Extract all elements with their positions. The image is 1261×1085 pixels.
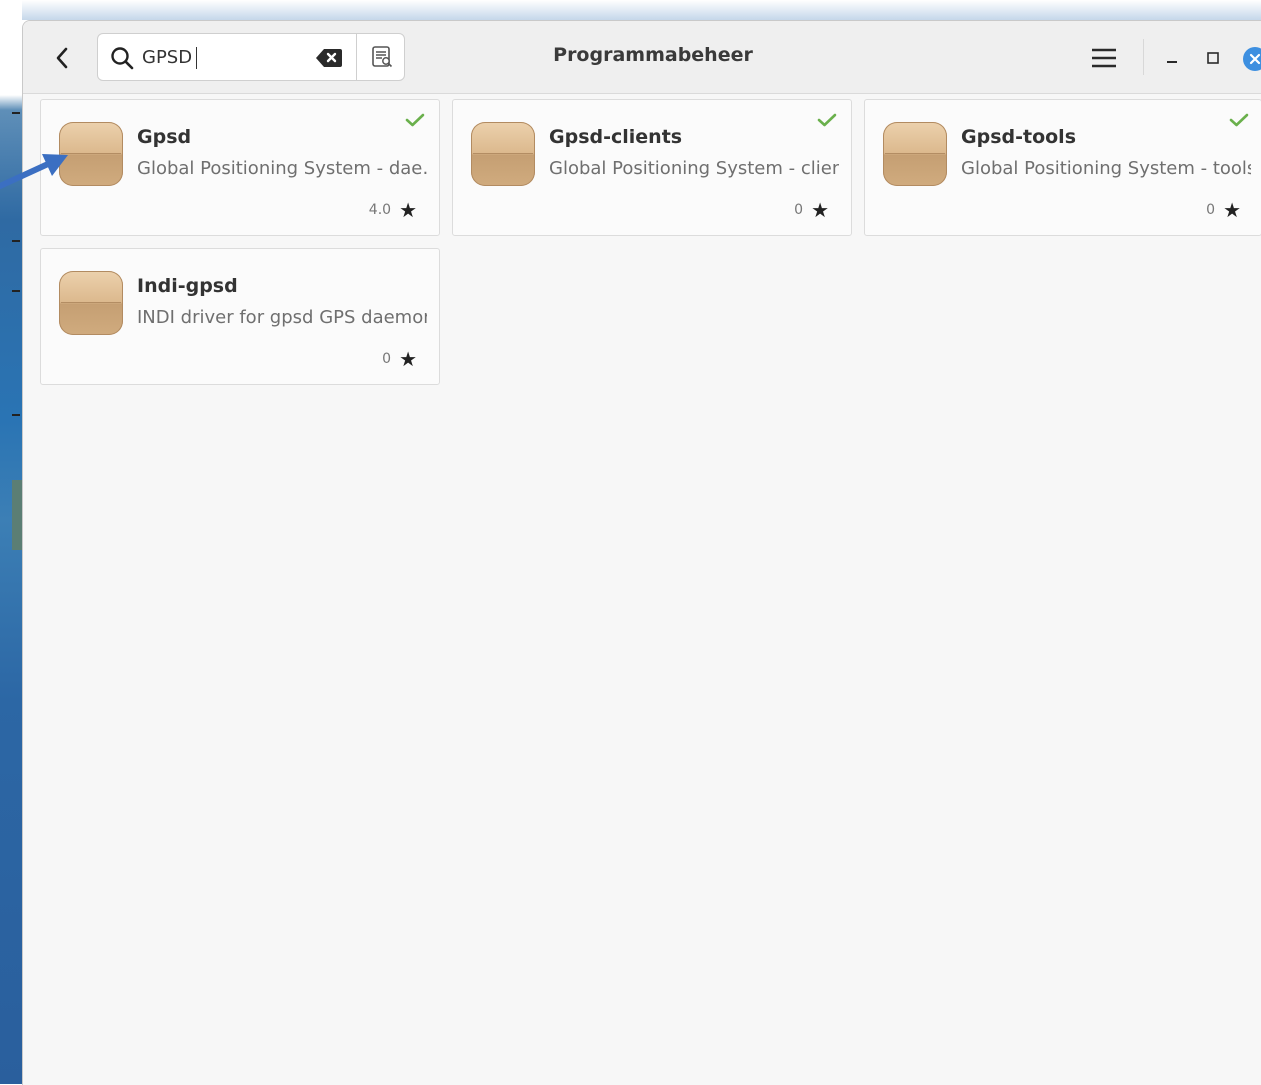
checkmark-icon (817, 113, 837, 127)
window-title: Programmabeheer (553, 44, 753, 66)
app-rating: 0 ★ (1206, 200, 1241, 220)
star-icon: ★ (399, 347, 417, 371)
desktop-top-shade (22, 0, 1261, 20)
desktop-patch (12, 480, 22, 550)
minimize-icon[interactable] (1157, 43, 1187, 73)
app-description: Global Positioning System - tools (961, 158, 1251, 179)
rating-value: 0 (382, 351, 392, 367)
app-name: Gpsd-tools (961, 126, 1077, 148)
star-icon: ★ (1223, 198, 1241, 222)
package-icon (471, 122, 535, 186)
package-icon (59, 271, 123, 335)
app-rating: 0 ★ (382, 349, 417, 369)
back-button[interactable] (45, 41, 79, 75)
rating-value: 4.0 (368, 202, 392, 218)
package-icon (883, 122, 947, 186)
search-input[interactable] (142, 44, 292, 70)
hamburger-menu-icon[interactable] (1089, 43, 1119, 73)
app-card-gpsd-clients[interactable]: Gpsd-clients Global Positioning System -… (452, 99, 852, 236)
text-cursor (196, 47, 197, 69)
app-card-indi-gpsd[interactable]: Indi-gpsd INDI driver for gpsd GPS daemo… (40, 248, 440, 385)
search-filter-icon (372, 46, 393, 68)
maximize-icon[interactable] (1199, 43, 1229, 73)
header-bar: Programmabeheer (23, 21, 1261, 94)
checkmark-icon (1229, 113, 1249, 127)
app-name: Gpsd (137, 126, 192, 148)
annotation-arrow-icon (0, 154, 68, 189)
search-filter-button[interactable] (356, 34, 407, 80)
backspace-clear-icon[interactable] (316, 48, 342, 68)
star-icon: ★ (399, 198, 417, 222)
rating-value: 0 (794, 202, 804, 218)
desktop-mark (12, 112, 20, 114)
app-description: Global Positioning System - clients (549, 158, 839, 179)
checkmark-icon (405, 113, 425, 127)
app-card-gpsd-tools[interactable]: Gpsd-tools Global Positioning System - t… (864, 99, 1261, 236)
app-description: INDI driver for gpsd GPS daemon (137, 307, 427, 328)
header-divider (1143, 39, 1144, 75)
software-manager-window: Programmabeheer Gpsd Global Positioning … (22, 20, 1261, 1085)
star-icon: ★ (811, 198, 829, 222)
app-rating: 0 ★ (794, 200, 829, 220)
app-name: Indi-gpsd (137, 275, 238, 297)
desktop-mark (12, 240, 20, 242)
desktop-top (0, 0, 22, 95)
search-icon (111, 47, 134, 70)
app-card-gpsd[interactable]: Gpsd Global Positioning System - dae… 4.… (40, 99, 440, 236)
app-name: Gpsd-clients (549, 126, 683, 148)
close-icon[interactable] (1242, 46, 1261, 72)
chevron-left-icon (56, 47, 68, 69)
rating-value: 0 (1206, 202, 1216, 218)
desktop-mark (12, 290, 20, 292)
search-box[interactable] (97, 33, 405, 81)
desktop-mark (12, 414, 20, 416)
app-description: Global Positioning System - dae… (137, 158, 427, 179)
app-rating: 4.0 ★ (369, 200, 417, 220)
